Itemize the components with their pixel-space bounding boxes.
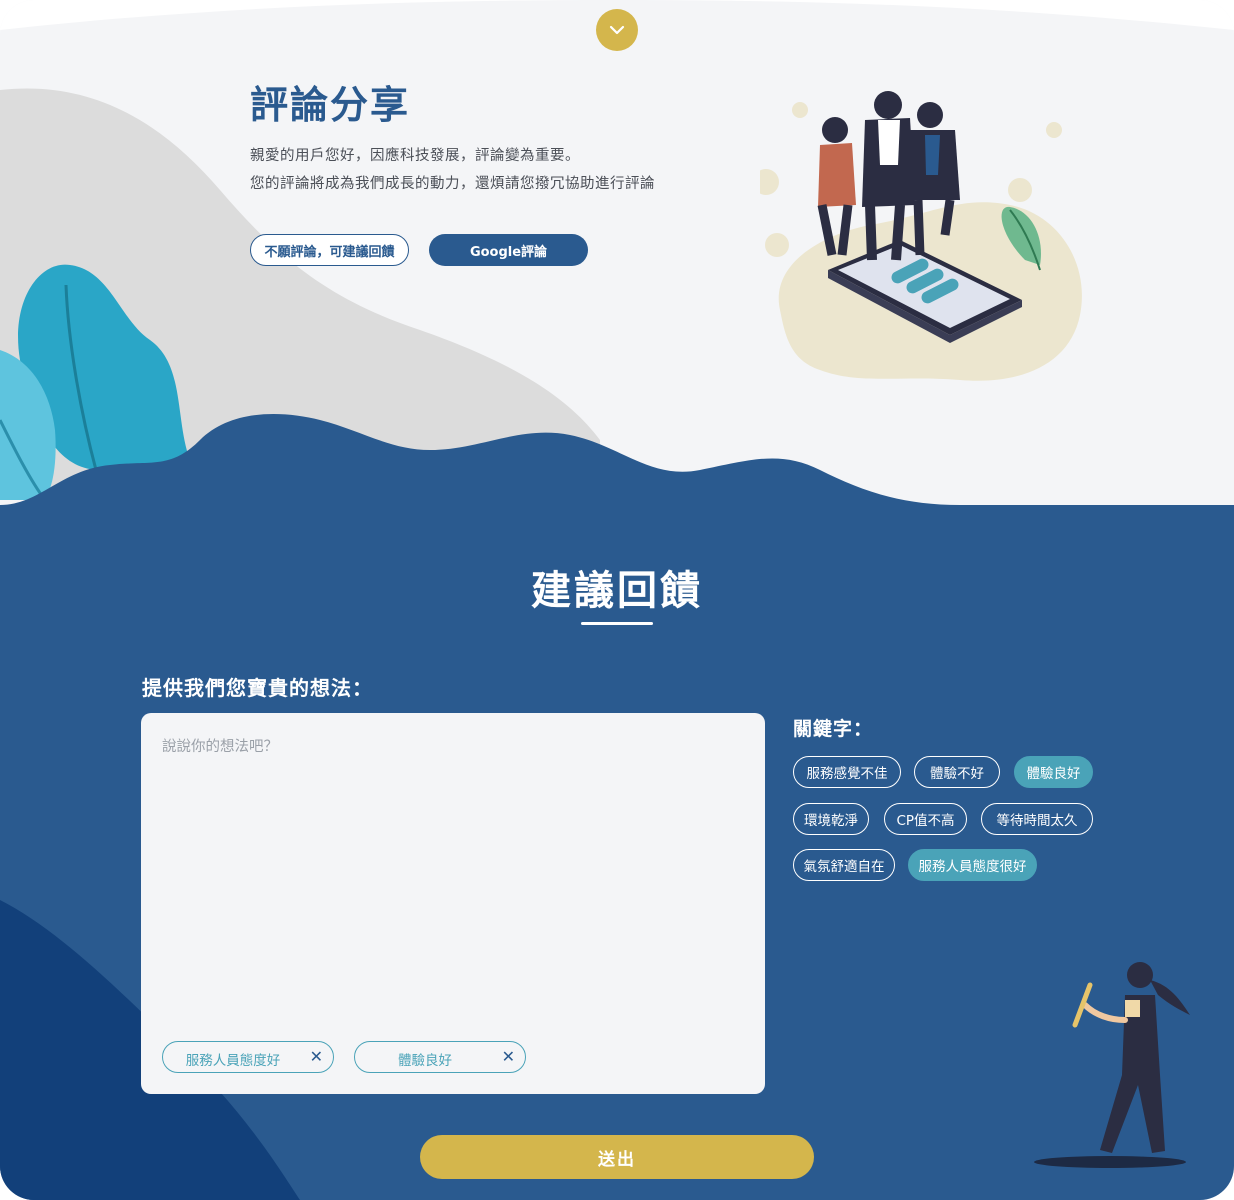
chevron-down-icon: [609, 25, 625, 35]
selected-keyword-chip: 體驗良好 ✕: [354, 1041, 526, 1073]
keyword-chip[interactable]: 環境乾淨: [793, 803, 869, 835]
feedback-prompt-label: 提供我們您寶貴的想法：: [142, 676, 373, 700]
feedback-textarea[interactable]: [141, 713, 765, 1043]
submit-button[interactable]: 送出: [420, 1135, 814, 1179]
keyword-chip[interactable]: 氣氛舒適自在: [793, 849, 895, 881]
title-underline: [581, 622, 653, 625]
hero-description-line-1: 親愛的用戶您好，因應科技發展，評論變為重要。: [250, 148, 580, 164]
close-icon[interactable]: ✕: [310, 1047, 323, 1066]
close-icon[interactable]: ✕: [502, 1047, 515, 1066]
scroll-down-button[interactable]: [596, 9, 638, 51]
page: 評論分享 親愛的用戶您好，因應科技發展，評論變為重要。 您的評論將成為我們成長的…: [0, 0, 1234, 1200]
keywords-label: 關鍵字：: [793, 718, 874, 740]
keyword-chip-active[interactable]: 體驗良好: [1014, 756, 1093, 788]
people-phone-illustration: [760, 91, 1082, 381]
feedback-textarea-box: 服務人員態度好 ✕ 體驗良好 ✕: [141, 713, 765, 1094]
keyword-chip[interactable]: 體驗不好: [914, 756, 1000, 788]
hero-title: 評論分享: [250, 83, 411, 127]
keyword-chip[interactable]: CP值不高: [884, 803, 967, 835]
google-review-button[interactable]: Google評論: [429, 234, 588, 266]
decline-review-button[interactable]: 不願評論，可建議回饋: [250, 234, 409, 266]
hero-description-line-2: 您的評論將成為我們成長的動力，還煩請您撥冗協助進行評論: [250, 176, 655, 192]
selected-keyword-chip: 服務人員態度好 ✕: [162, 1041, 334, 1073]
keyword-chip[interactable]: 服務感覺不佳: [793, 756, 901, 788]
keyword-chip[interactable]: 等待時間太久: [981, 803, 1093, 835]
selected-keyword-label: 服務人員態度好: [185, 1053, 281, 1069]
selected-keyword-label: 體驗良好: [398, 1053, 452, 1069]
woman-pencil-illustration: [1034, 962, 1190, 1168]
keyword-chip-active[interactable]: 服務人員態度很好: [908, 849, 1037, 881]
section-title: 建議回饋: [531, 568, 703, 614]
